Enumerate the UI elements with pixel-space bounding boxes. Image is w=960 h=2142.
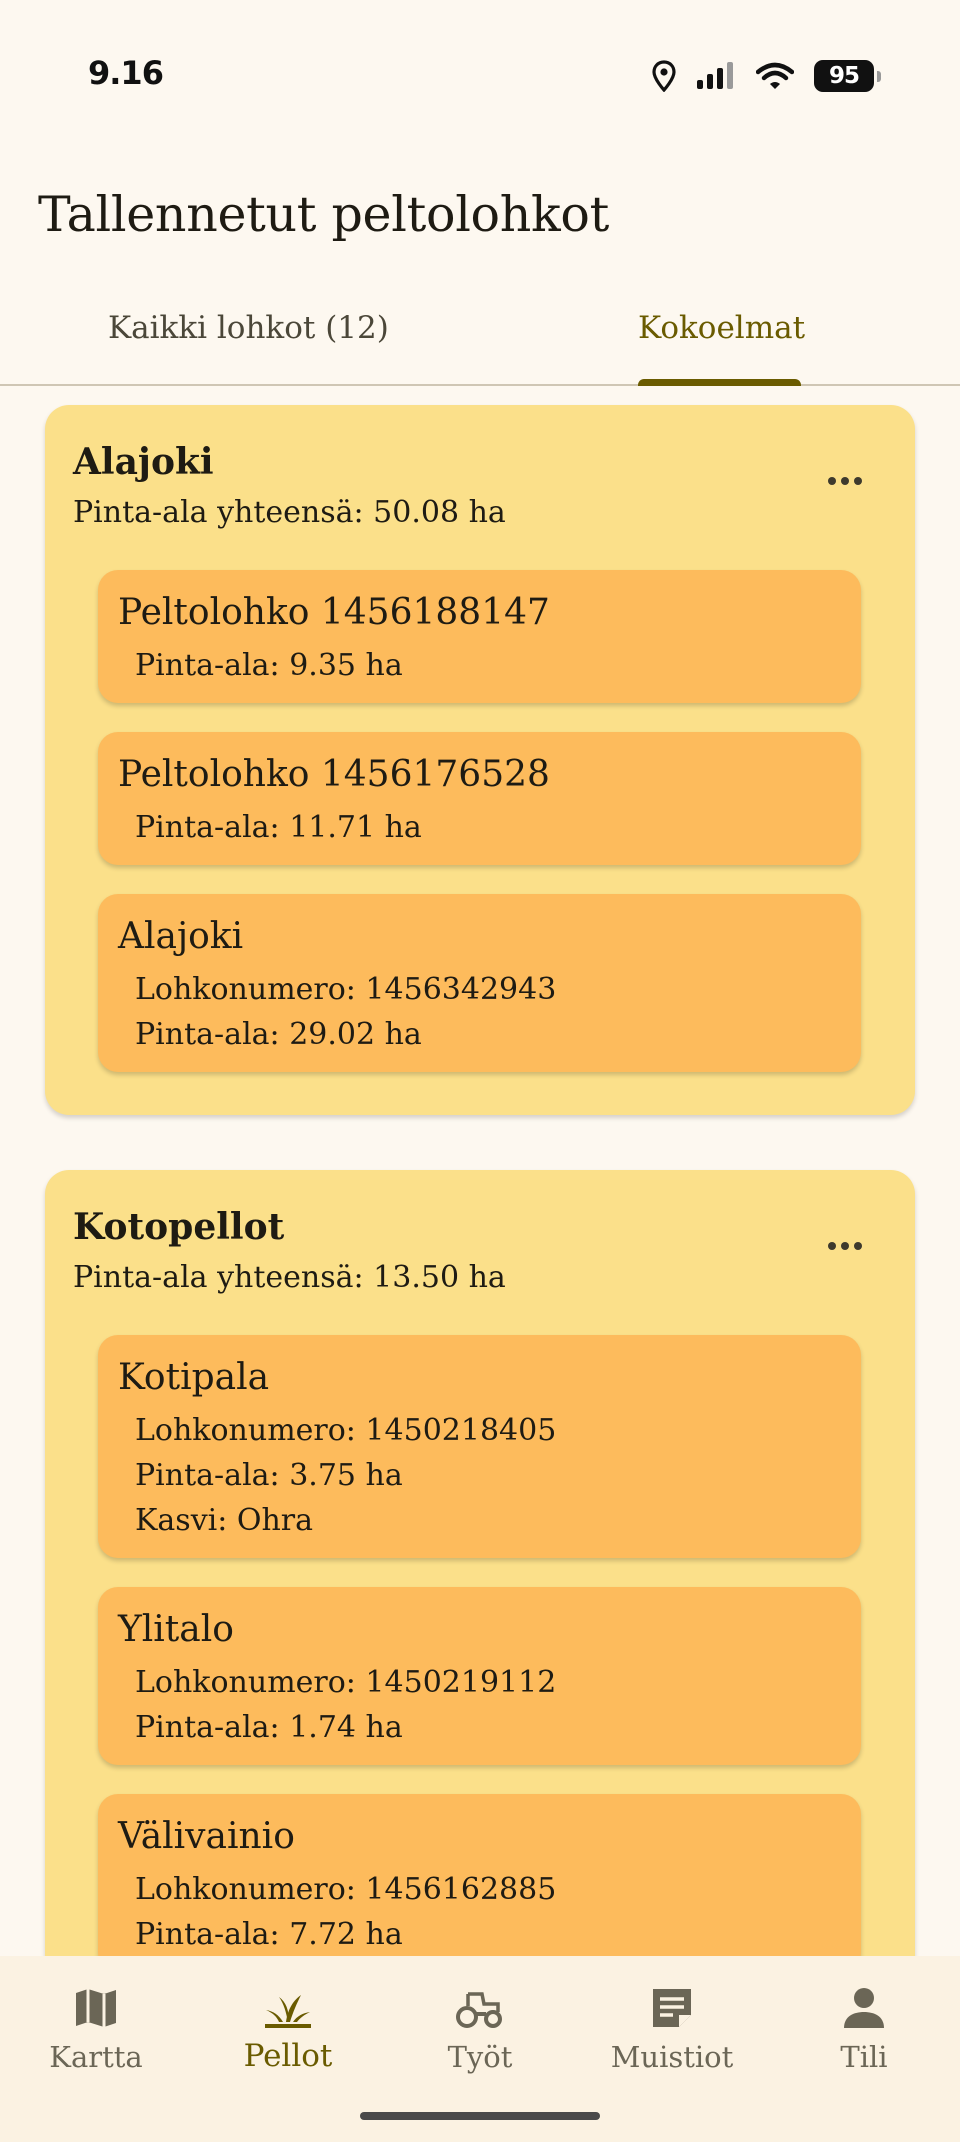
- wifi-icon: [756, 62, 794, 89]
- app-screen: 9.16 95 Tallennetut peltolohkot Kaikki l…: [0, 0, 960, 2142]
- field-name: Kotipala: [118, 1357, 270, 1398]
- more-icon-dot: [841, 1242, 849, 1250]
- nav-label: Työt: [447, 2040, 513, 2074]
- nav-label: Muistiot: [610, 2040, 734, 2074]
- nav-item-kartta[interactable]: Kartta: [0, 1956, 192, 2106]
- bottom-navigation: Kartta Pellot Työt Muistiot Tili: [0, 1956, 960, 2142]
- field-area: Pinta-ala: 3.75 ha: [135, 1458, 403, 1493]
- collection-title: Alajoki: [73, 441, 214, 483]
- location-icon: [652, 60, 676, 92]
- nav-label: Pellot: [243, 2038, 333, 2074]
- tab-collections[interactable]: Kokoelmat: [638, 310, 805, 346]
- more-icon-dot: [854, 477, 862, 485]
- more-icon: [828, 1242, 836, 1250]
- field-card[interactable]: Peltolohko 1456176528 Pinta-ala: 11.71 h…: [98, 732, 861, 865]
- map-icon: [76, 1989, 116, 2027]
- nav-item-tili[interactable]: Tili: [768, 1956, 960, 2106]
- tab-bar: Kaikki lohkot (12) Kokoelmat: [0, 292, 960, 386]
- field-card[interactable]: Kotipala Lohkonumero: 1450218405 Pinta-a…: [98, 1335, 861, 1558]
- field-card[interactable]: Alajoki Lohkonumero: 1456342943 Pinta-al…: [98, 894, 861, 1072]
- more-icon: [828, 477, 836, 485]
- field-area: Pinta-ala: 29.02 ha: [135, 1017, 422, 1052]
- more-icon-dot: [841, 477, 849, 485]
- collection-total-area: Pinta-ala yhteensä: 13.50 ha: [73, 1260, 506, 1295]
- field-name: Ylitalo: [118, 1609, 234, 1650]
- status-time: 9.16: [88, 54, 164, 92]
- nav-label: Kartta: [49, 2040, 143, 2074]
- nav-item-tyot[interactable]: Työt: [384, 1956, 576, 2106]
- status-icons: 95: [652, 56, 881, 96]
- field-card[interactable]: Peltolohko 1456188147 Pinta-ala: 9.35 ha: [98, 570, 861, 703]
- field-card[interactable]: Ylitalo Lohkonumero: 1450219112 Pinta-al…: [98, 1587, 861, 1765]
- field-area: Pinta-ala: 1.74 ha: [135, 1710, 403, 1745]
- more-options-button[interactable]: [815, 1226, 875, 1266]
- collection-card-kotopellot[interactable]: Kotopellot Pinta-ala yhteensä: 13.50 ha …: [45, 1170, 915, 1956]
- nav-item-muistiot[interactable]: Muistiot: [576, 1956, 768, 2106]
- field-area: Pinta-ala: 11.71 ha: [135, 810, 422, 845]
- collection-total-area: Pinta-ala yhteensä: 50.08 ha: [73, 495, 506, 530]
- page-title: Tallennetut peltolohkot: [38, 186, 610, 243]
- note-icon: [653, 1989, 691, 2027]
- field-number: Lohkonumero: 1450219112: [135, 1665, 557, 1700]
- more-icon-dot: [854, 1242, 862, 1250]
- person-icon: [844, 1988, 884, 2028]
- collection-title: Kotopellot: [73, 1206, 285, 1248]
- more-options-button[interactable]: [815, 461, 875, 501]
- status-bar: 9.16 95: [0, 0, 960, 150]
- active-tab-indicator: [638, 379, 801, 386]
- sprout-icon: [265, 1995, 311, 2028]
- field-number: Lohkonumero: 1456342943: [135, 972, 557, 1007]
- collections-list[interactable]: Alajoki Pinta-ala yhteensä: 50.08 ha Pel…: [0, 388, 960, 1956]
- field-name: Välivainio: [118, 1816, 295, 1857]
- field-crop: Kasvi: Ohra: [135, 1503, 314, 1538]
- field-name: Peltolohko 1456188147: [118, 592, 550, 633]
- field-name: Alajoki: [118, 916, 244, 957]
- tractor-icon: [456, 1992, 502, 2028]
- field-area: Pinta-ala: 7.72 ha: [135, 1917, 403, 1952]
- nav-item-pellot[interactable]: Pellot: [192, 1956, 384, 2106]
- cellular-signal-icon: [697, 62, 733, 89]
- battery-indicator: 95: [814, 60, 881, 92]
- field-number: Lohkonumero: 1456162885: [135, 1872, 557, 1907]
- battery-level: 95: [828, 63, 860, 89]
- field-number: Lohkonumero: 1450218405: [135, 1413, 557, 1448]
- field-name: Peltolohko 1456176528: [118, 754, 550, 795]
- home-indicator[interactable]: [360, 2112, 600, 2120]
- field-area: Pinta-ala: 9.35 ha: [135, 648, 403, 683]
- nav-label: Tili: [840, 2040, 888, 2074]
- tab-all-fields[interactable]: Kaikki lohkot (12): [108, 310, 389, 346]
- field-card[interactable]: Välivainio Lohkonumero: 1456162885 Pinta…: [98, 1794, 861, 1956]
- collection-card-alajoki[interactable]: Alajoki Pinta-ala yhteensä: 50.08 ha Pel…: [45, 405, 915, 1115]
